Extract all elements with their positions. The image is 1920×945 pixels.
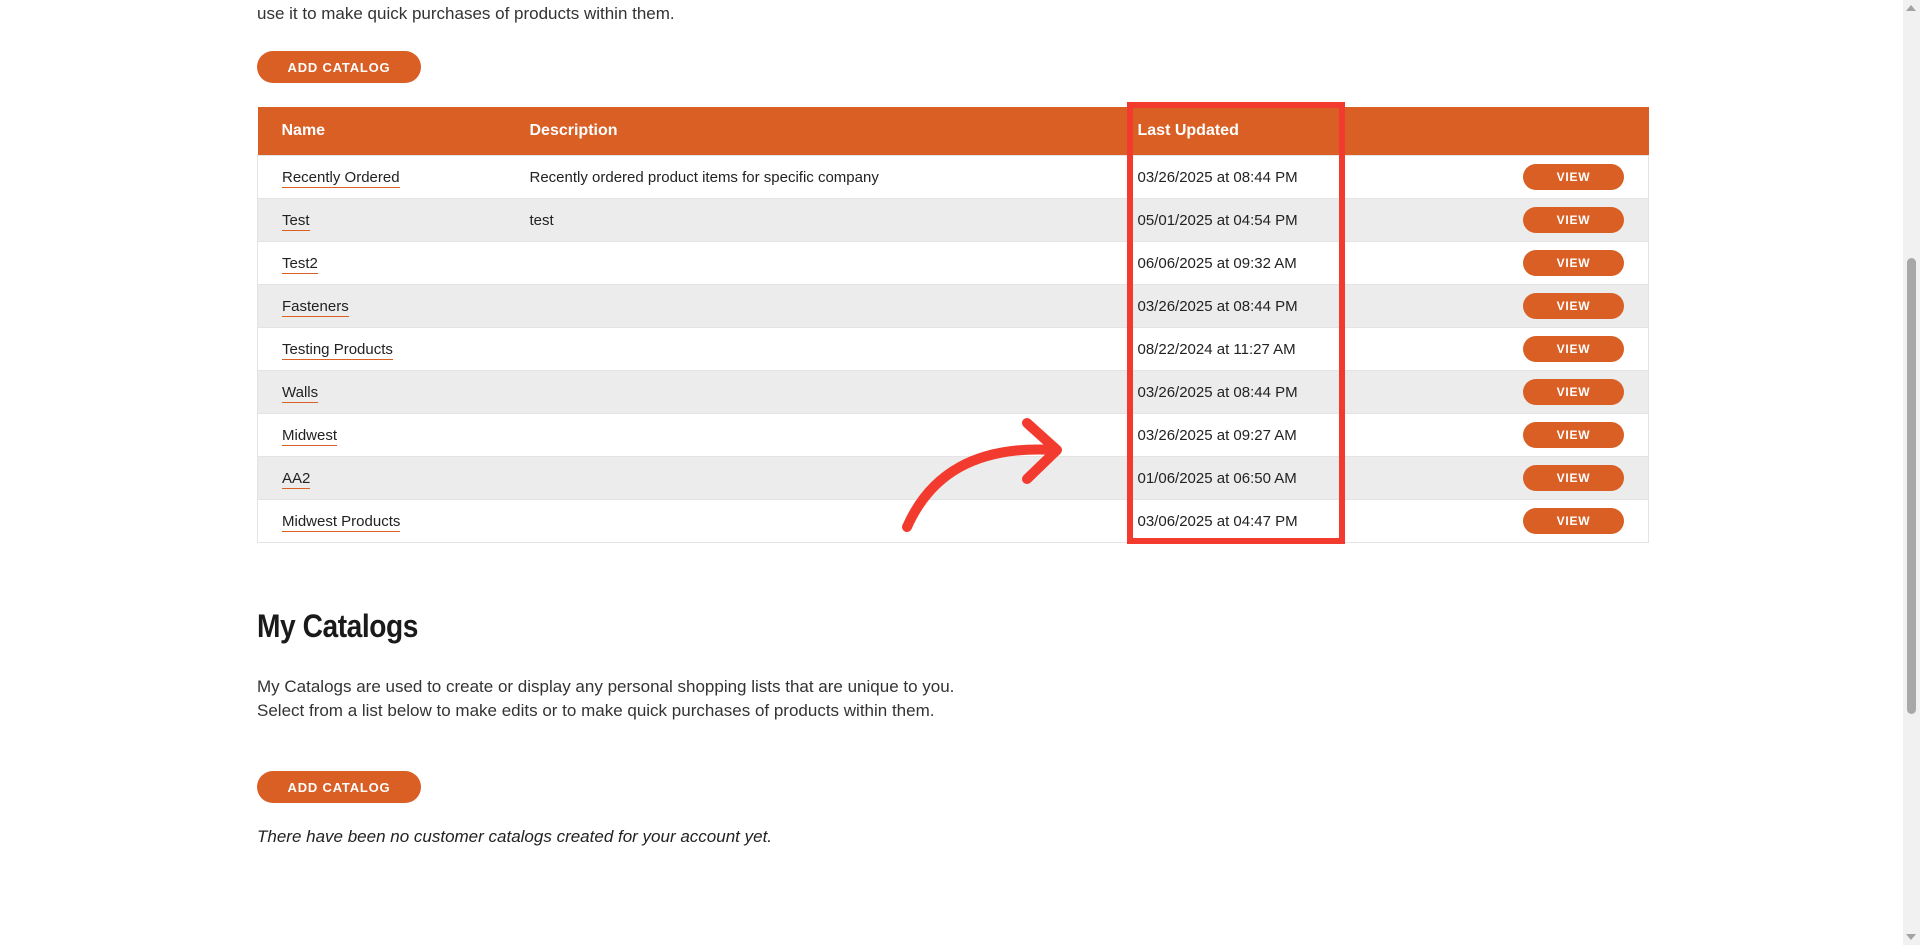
catalog-name-link[interactable]: Midwest <box>282 426 338 446</box>
column-header-actions <box>1333 107 1649 156</box>
catalog-name-link[interactable]: Testing Products <box>282 340 393 360</box>
catalog-last-updated-cell: 03/26/2025 at 08:44 PM <box>1113 284 1334 328</box>
catalog-last-updated-cell: 03/26/2025 at 09:27 AM <box>1113 413 1334 457</box>
catalog-actions-cell: VIEW <box>1333 198 1649 242</box>
catalog-name-cell: Recently Ordered <box>257 155 506 199</box>
catalog-actions-cell: VIEW <box>1333 155 1649 199</box>
scroll-up-icon[interactable] <box>1906 5 1916 11</box>
table-row: Test2 06/06/2025 at 09:32 AM VIEW <box>257 241 1649 285</box>
view-catalog-button[interactable]: VIEW <box>1523 293 1624 319</box>
view-catalog-button[interactable]: VIEW <box>1523 336 1624 362</box>
view-catalog-button[interactable]: VIEW <box>1523 508 1624 534</box>
catalog-last-updated-cell: 01/06/2025 at 06:50 AM <box>1113 456 1334 500</box>
column-header-name: Name <box>257 107 506 156</box>
catalog-actions-cell: VIEW <box>1333 284 1649 328</box>
view-catalog-button[interactable]: VIEW <box>1523 207 1624 233</box>
catalog-last-updated-cell: 08/22/2024 at 11:27 AM <box>1113 327 1334 371</box>
catalog-name-link[interactable]: Fasteners <box>282 297 349 317</box>
table-row: Fasteners 03/26/2025 at 08:44 PM VIEW <box>257 284 1649 328</box>
catalog-actions-cell: VIEW <box>1333 413 1649 457</box>
catalog-name-link[interactable]: Recently Ordered <box>282 168 400 188</box>
catalog-name-cell: Midwest <box>257 413 506 457</box>
catalog-actions-cell: VIEW <box>1333 327 1649 371</box>
table-row: Walls 03/26/2025 at 08:44 PM VIEW <box>257 370 1649 414</box>
catalog-name-link[interactable]: Walls <box>282 383 319 403</box>
column-header-description: Description <box>505 107 1114 156</box>
catalog-name-cell: Fasteners <box>257 284 506 328</box>
catalog-name-cell: Test2 <box>257 241 506 285</box>
column-header-last-updated: Last Updated <box>1113 107 1334 156</box>
view-catalog-button[interactable]: VIEW <box>1523 422 1624 448</box>
view-catalog-button[interactable]: VIEW <box>1523 164 1624 190</box>
table-header-row: Name Description Last Updated <box>257 107 1649 156</box>
catalog-name-cell: Walls <box>257 370 506 414</box>
catalog-last-updated-cell: 05/01/2025 at 04:54 PM <box>1113 198 1334 242</box>
catalog-name-link[interactable]: Midwest Products <box>282 512 401 532</box>
catalog-actions-cell: VIEW <box>1333 456 1649 500</box>
scrollbar-thumb[interactable] <box>1907 258 1916 714</box>
catalog-actions-cell: VIEW <box>1333 241 1649 285</box>
catalog-actions-cell: VIEW <box>1333 370 1649 414</box>
catalog-name-cell: AA2 <box>257 456 506 500</box>
empty-catalogs-message: There have been no customer catalogs cre… <box>257 827 773 846</box>
annotation-arrow-icon <box>902 418 1062 532</box>
catalog-last-updated-cell: 03/26/2025 at 08:44 PM <box>1113 370 1334 414</box>
catalog-last-updated-cell: 06/06/2025 at 09:32 AM <box>1113 241 1334 285</box>
catalog-actions-cell: VIEW <box>1333 499 1649 543</box>
page-scrollbar[interactable] <box>1903 0 1920 945</box>
add-catalog-button[interactable]: ADD CATALOG <box>257 51 421 83</box>
catalog-name-cell: Midwest Products <box>257 499 506 543</box>
view-catalog-button[interactable]: VIEW <box>1523 465 1624 491</box>
table-row: Testing Products 08/22/2024 at 11:27 AM VI… <box>257 327 1649 371</box>
catalog-description-cell: Recently ordered product items for speci… <box>505 155 1114 199</box>
shared-catalogs-intro: use it to make quick purchases of produc… <box>257 4 675 23</box>
catalog-description-cell: test <box>505 198 1114 242</box>
catalog-description-cell <box>505 284 1114 328</box>
my-catalogs-description: My Catalogs are used to create or displa… <box>257 677 955 720</box>
catalog-name-cell: Testing Products <box>257 327 506 371</box>
add-my-catalog-button[interactable]: ADD CATALOG <box>257 771 421 803</box>
catalog-last-updated-cell: 03/26/2025 at 08:44 PM <box>1113 155 1334 199</box>
catalog-last-updated-cell: 03/06/2025 at 04:47 PM <box>1113 499 1334 543</box>
view-catalog-button[interactable]: VIEW <box>1523 250 1624 276</box>
catalog-description-cell <box>505 327 1114 371</box>
catalog-name-link[interactable]: Test <box>282 211 310 231</box>
catalog-name-link[interactable]: AA2 <box>282 469 311 489</box>
table-row: Test test 05/01/2025 at 04:54 PM VIEW <box>257 198 1649 242</box>
my-catalogs-title: My Catalogs <box>257 608 419 644</box>
catalog-name-link[interactable]: Test2 <box>282 254 318 274</box>
catalog-description-cell <box>505 370 1114 414</box>
table-row: Recently Ordered Recently ordered product… <box>257 155 1649 199</box>
view-catalog-button[interactable]: VIEW <box>1523 379 1624 405</box>
catalog-description-cell <box>505 241 1114 285</box>
scroll-down-icon[interactable] <box>1906 934 1916 940</box>
catalog-name-cell: Test <box>257 198 506 242</box>
